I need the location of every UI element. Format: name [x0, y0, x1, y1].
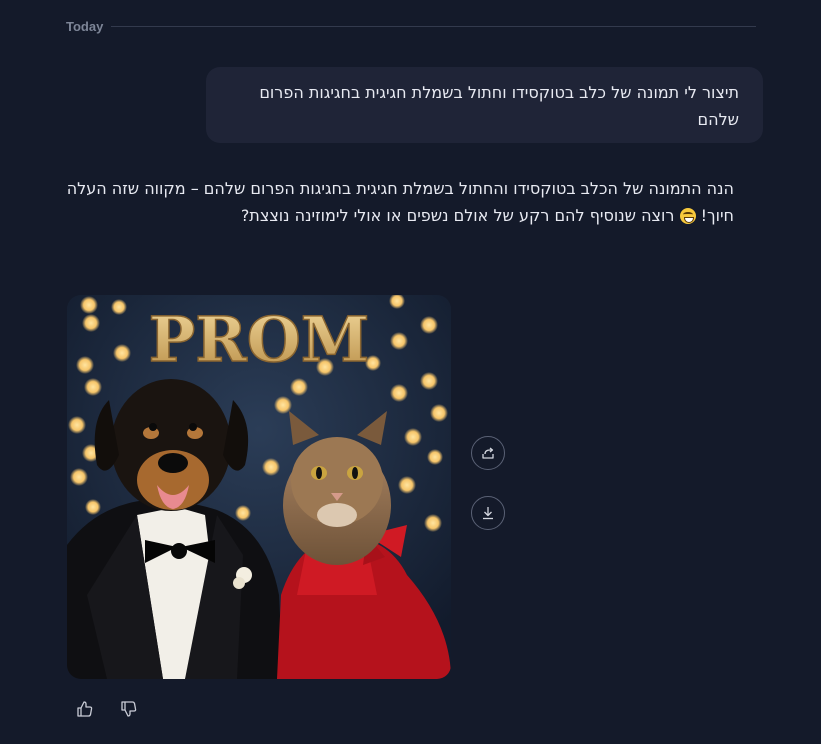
date-separator-label: Today: [66, 18, 104, 34]
divider-line: [111, 25, 756, 27]
assistant-message: הנה התמונה של הכלב בטוקסידו והחתול בשמלת…: [66, 175, 734, 229]
share-image-button[interactable]: [471, 436, 505, 470]
like-button[interactable]: [75, 699, 95, 719]
share-icon: [482, 447, 494, 459]
user-message-bubble: תיצור לי תמונה של כלב בטוקסידו וחתול בשמ…: [206, 67, 763, 143]
grinning-face-emoji-icon: [679, 208, 696, 224]
user-message-text: תיצור לי תמונה של כלב בטוקסידו וחתול בשמ…: [259, 83, 739, 129]
download-image-button[interactable]: [471, 496, 505, 530]
thumbs-up-icon: [77, 701, 93, 717]
download-icon: [483, 507, 493, 520]
prom-sign-text: PROM: [149, 303, 370, 376]
date-separator: Today: [66, 17, 756, 35]
assistant-message-text-2: רוצה שנוסיף להם רקע של אולם נשפים או אול…: [240, 206, 675, 225]
prom-image-illustration: PROM: [67, 295, 451, 679]
dislike-button[interactable]: [119, 699, 139, 719]
generated-image[interactable]: PROM: [67, 295, 451, 679]
thumbs-down-icon: [121, 701, 137, 717]
